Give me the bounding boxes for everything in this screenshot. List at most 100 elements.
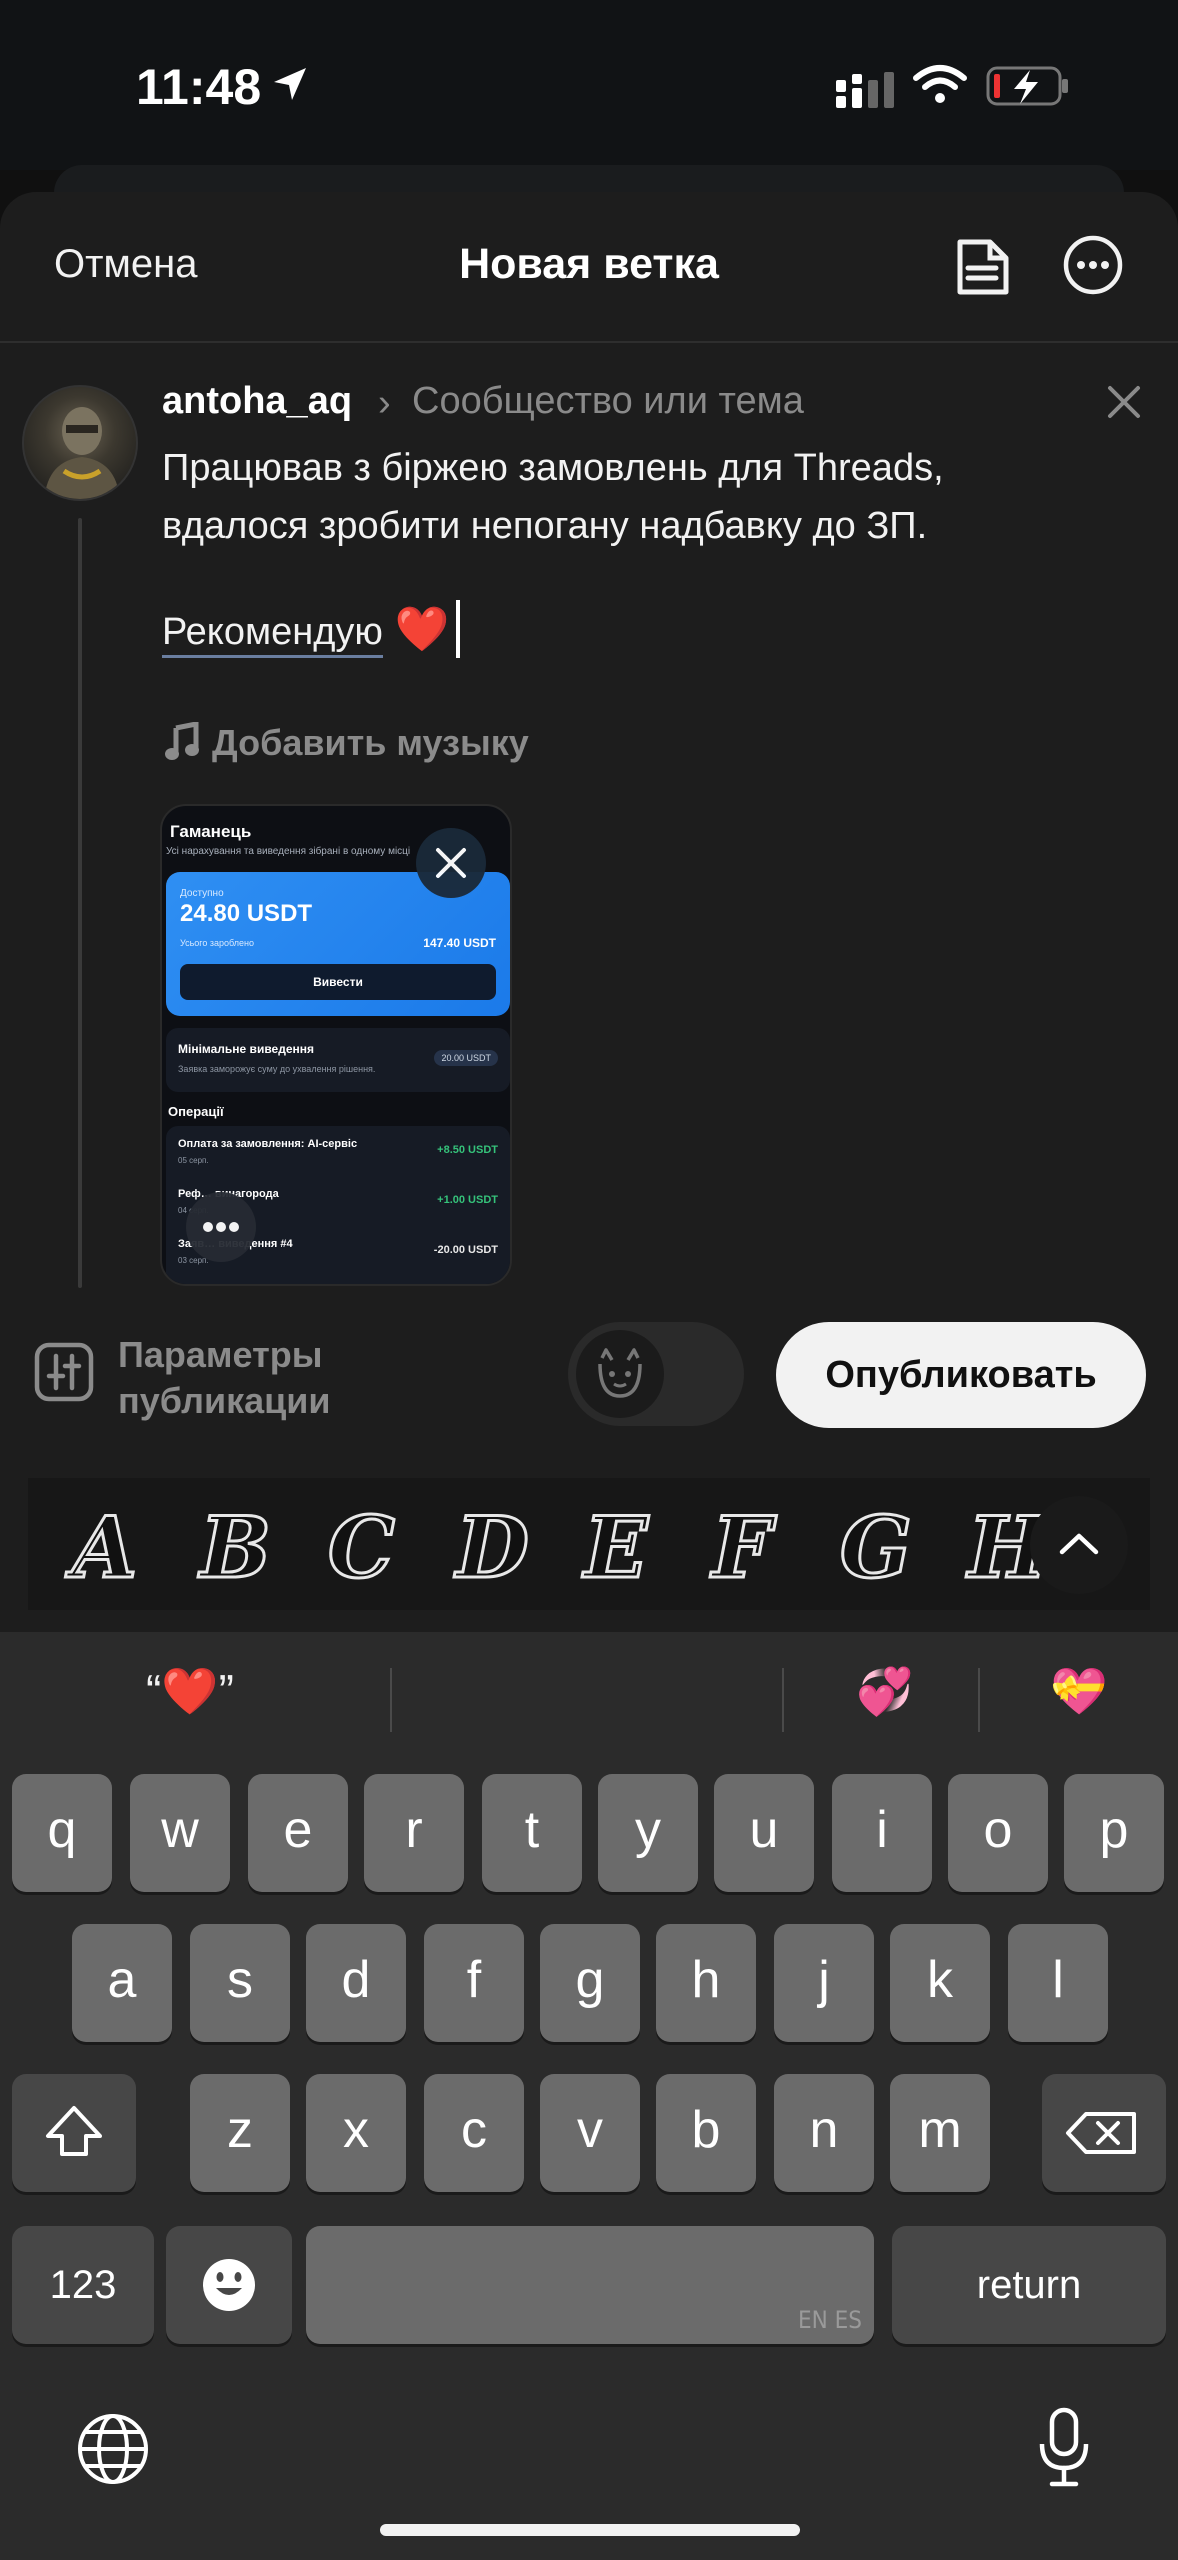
ghost-face-icon bbox=[598, 1348, 642, 1398]
topic-selector[interactable]: Сообщество или тема bbox=[412, 380, 804, 423]
key-u[interactable]: u bbox=[714, 1774, 814, 1892]
font-letter[interactable]: G bbox=[839, 1497, 914, 1599]
key-l[interactable]: l bbox=[1008, 1924, 1108, 2042]
key-s[interactable]: s bbox=[190, 1924, 290, 2042]
numbers-key[interactable]: 123 bbox=[12, 2226, 154, 2344]
home-indicator[interactable] bbox=[380, 2524, 800, 2536]
space-key[interactable]: EN ES bbox=[306, 2226, 874, 2344]
backspace-icon bbox=[1066, 2112, 1136, 2154]
add-music-button[interactable]: Добавить музыку bbox=[212, 722, 529, 764]
status-bar: 11:48 bbox=[0, 0, 1178, 170]
autocorrect-word: Рекомендую bbox=[162, 611, 383, 658]
earned-amount: 147.40 USDT bbox=[423, 936, 496, 950]
avatar bbox=[22, 385, 138, 501]
font-letter[interactable]: B bbox=[199, 1497, 273, 1599]
font-letter[interactable]: D bbox=[455, 1497, 531, 1599]
heart-emoji: ❤️ bbox=[394, 605, 450, 654]
microphone-icon[interactable] bbox=[1034, 2406, 1094, 2490]
key-f[interactable]: f bbox=[424, 1924, 524, 2042]
post-text-line3[interactable]: Рекомендую ❤️ bbox=[162, 600, 460, 661]
key-d[interactable]: d bbox=[306, 1924, 406, 2042]
image-options-button[interactable] bbox=[186, 1192, 256, 1262]
suggestion-mid[interactable]: 💞 bbox=[856, 1664, 913, 1719]
key-o[interactable]: o bbox=[948, 1774, 1048, 1892]
key-c[interactable]: c bbox=[424, 2074, 524, 2192]
chevron-up-icon bbox=[1059, 1533, 1099, 1555]
key-x[interactable]: x bbox=[306, 2074, 406, 2192]
music-note-icon bbox=[165, 722, 199, 760]
operation-value: +8.50 USDT bbox=[437, 1144, 498, 1156]
publish-button[interactable]: Опубликовать bbox=[776, 1322, 1146, 1428]
available-label: Доступно bbox=[180, 888, 224, 899]
key-v[interactable]: v bbox=[540, 2074, 640, 2192]
wifi-icon bbox=[913, 65, 967, 103]
key-m[interactable]: m bbox=[890, 2074, 990, 2192]
post-settings-button[interactable]: Параметры публикации bbox=[118, 1332, 331, 1424]
username: antoha_aq bbox=[162, 380, 353, 422]
shift-icon bbox=[46, 2106, 102, 2156]
key-i[interactable]: i bbox=[832, 1774, 932, 1892]
font-letter[interactable]: F bbox=[711, 1497, 774, 1599]
shift-key[interactable] bbox=[12, 2074, 136, 2192]
key-n[interactable]: n bbox=[774, 2074, 874, 2192]
return-key[interactable]: return bbox=[892, 2226, 1166, 2344]
font-letter[interactable]: A bbox=[70, 1497, 138, 1599]
operation-date: 05 серп. bbox=[178, 1156, 209, 1165]
ghost-post-toggle[interactable] bbox=[568, 1322, 744, 1426]
font-style-strip[interactable]: A B C D E F G H bbox=[28, 1478, 1150, 1610]
earned-label: Усього зароблено bbox=[180, 938, 255, 948]
topic-chevron: › bbox=[378, 382, 391, 424]
post-text-line2[interactable]: вдалося зробити непогану надбавку до ЗП. bbox=[162, 498, 927, 555]
key-y[interactable]: y bbox=[598, 1774, 698, 1892]
more-options-icon[interactable] bbox=[1062, 234, 1124, 296]
location-arrow-icon bbox=[274, 68, 306, 100]
cancel-button[interactable]: Отмена bbox=[54, 242, 198, 287]
min-withdraw-title: Мінімальне виведення bbox=[178, 1042, 314, 1056]
toggle-knob bbox=[576, 1330, 664, 1418]
key-b[interactable]: b bbox=[656, 2074, 756, 2192]
close-icon[interactable] bbox=[1100, 378, 1148, 426]
post-text-line1[interactable]: Працював з біржею замовлень для Threads, bbox=[162, 440, 1062, 497]
sliders-icon[interactable] bbox=[34, 1342, 94, 1402]
emoji-key[interactable] bbox=[166, 2226, 292, 2344]
key-q[interactable]: q bbox=[12, 1774, 112, 1892]
space-language-label: EN ES bbox=[798, 2306, 862, 2334]
suggestion-left[interactable]: “❤️” bbox=[146, 1664, 234, 1719]
available-amount: 24.80 USDT bbox=[180, 900, 313, 927]
suggestion-divider bbox=[978, 1668, 980, 1732]
avatar-knight-image bbox=[44, 407, 120, 499]
min-withdraw-badge: 20.00 USDT bbox=[434, 1050, 498, 1066]
post-settings-line1: Параметры bbox=[118, 1334, 323, 1375]
font-letter[interactable]: E bbox=[582, 1497, 649, 1599]
operation-value: +1.00 USDT bbox=[437, 1194, 498, 1206]
wallet-subtitle: Усі нарахування та виведення зібрані в о… bbox=[166, 846, 411, 857]
key-z[interactable]: z bbox=[190, 2074, 290, 2192]
status-time: 11:48 bbox=[136, 59, 262, 115]
drafts-icon[interactable] bbox=[950, 234, 1016, 300]
font-letter[interactable]: C bbox=[327, 1497, 397, 1599]
key-p[interactable]: p bbox=[1064, 1774, 1164, 1892]
globe-icon[interactable] bbox=[76, 2412, 150, 2486]
suggestion-right[interactable]: 💝 bbox=[1050, 1664, 1107, 1719]
remove-image-button[interactable] bbox=[416, 828, 486, 898]
collapse-strip-button[interactable] bbox=[1030, 1496, 1128, 1594]
key-r[interactable]: r bbox=[364, 1774, 464, 1892]
text-cursor bbox=[455, 600, 460, 658]
key-g[interactable]: g bbox=[540, 1924, 640, 2042]
key-e[interactable]: e bbox=[248, 1774, 348, 1892]
min-withdraw-subtitle: Заявка заморожує суму до ухвалення рішен… bbox=[178, 1064, 376, 1074]
key-t[interactable]: t bbox=[482, 1774, 582, 1892]
key-j[interactable]: j bbox=[774, 1924, 874, 2042]
attached-image[interactable]: Гаманець Усі нарахування та виведення зі… bbox=[160, 804, 512, 1286]
delete-key[interactable] bbox=[1042, 2074, 1166, 2192]
operation-value: -20.00 USDT bbox=[433, 1244, 498, 1256]
key-h[interactable]: h bbox=[656, 1924, 756, 2042]
header-divider bbox=[0, 341, 1178, 343]
min-withdraw-card: Мінімальне виведення Заявка заморожує су… bbox=[166, 1028, 510, 1092]
key-w[interactable]: w bbox=[130, 1774, 230, 1892]
wallet-title: Гаманець bbox=[170, 822, 252, 841]
key-a[interactable]: a bbox=[72, 1924, 172, 2042]
post-settings-line2: публикации bbox=[118, 1380, 331, 1421]
key-k[interactable]: k bbox=[890, 1924, 990, 2042]
battery-charging-icon bbox=[986, 66, 1068, 106]
